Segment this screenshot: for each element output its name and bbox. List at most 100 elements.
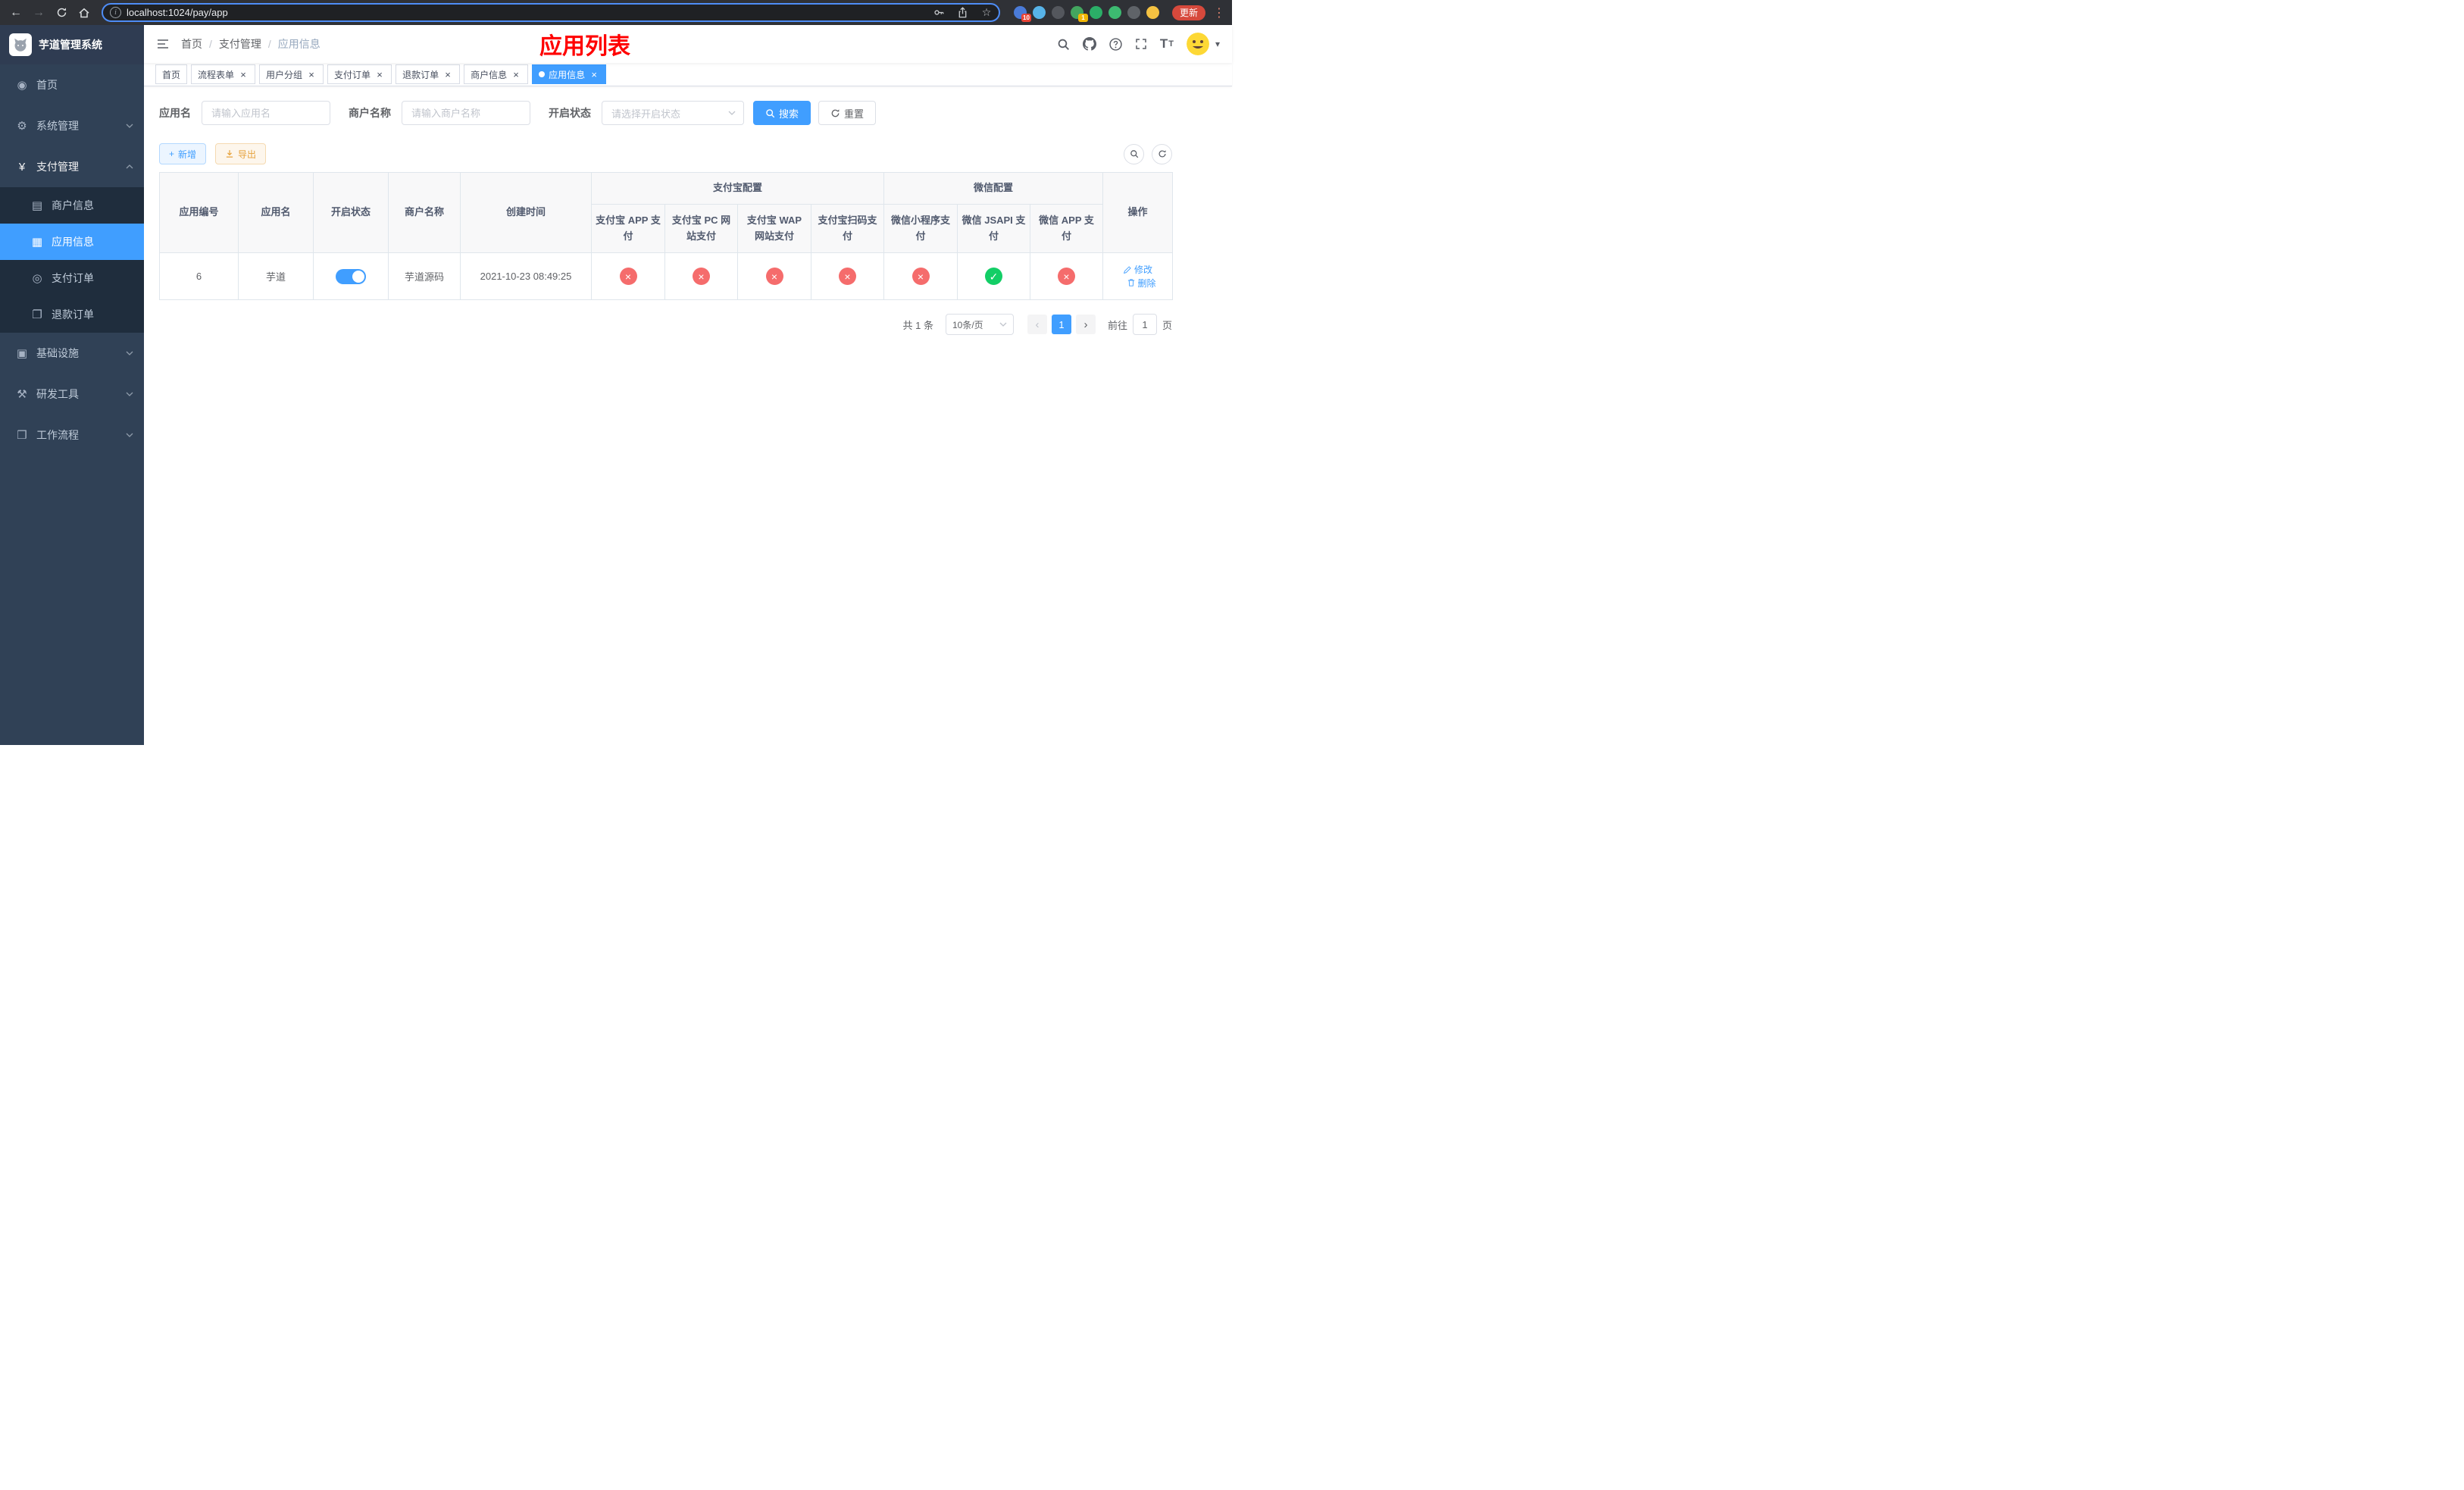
sidebar-item-system[interactable]: ⚙ 系统管理 (0, 105, 144, 146)
tab-merchant-info[interactable]: 商户信息 × (464, 64, 529, 84)
next-page-button[interactable]: › (1075, 315, 1096, 334)
breadcrumb-item[interactable]: 支付管理 (219, 36, 261, 52)
sidebar-item-home[interactable]: ◉ 首页 (0, 64, 144, 105)
status-toggle[interactable] (336, 268, 366, 284)
search-button[interactable]: 搜索 (753, 101, 811, 125)
close-icon[interactable]: × (589, 69, 599, 80)
breadcrumb-item[interactable]: 应用信息 (278, 36, 321, 52)
tab-process-form[interactable]: 流程表单 × (191, 64, 256, 84)
prev-page-button[interactable]: ‹ (1027, 315, 1047, 334)
gear-icon: ⚙ (17, 120, 27, 133)
delete-link[interactable]: 删除 (1127, 277, 1156, 290)
browser-menu-button[interactable]: ⋮ (1212, 5, 1226, 20)
merchant-name-input[interactable] (402, 101, 530, 125)
page-size-select[interactable]: 10条/页 (945, 314, 1014, 335)
chevron-down-icon (126, 433, 133, 437)
extension-green-badged-icon[interactable]: 1 (1070, 6, 1088, 22)
cell-config-5: ✓ (957, 252, 1031, 300)
sidebar-item-devtools[interactable]: ⚒ 研发工具 (0, 374, 144, 415)
breadcrumb-separator: / (267, 38, 271, 50)
sidebar-toggle-icon[interactable] (156, 37, 170, 51)
tab-user-group[interactable]: 用户分组 × (259, 64, 324, 84)
extension-emoji-icon[interactable] (1146, 6, 1159, 19)
chevron-down-icon (728, 111, 736, 115)
export-button[interactable]: 导出 (215, 143, 267, 164)
col-header-3: 商户名称 (388, 172, 461, 253)
address-bar[interactable]: i localhost:1024/pay/app ☆ (102, 3, 1000, 22)
extension-wechat-icon[interactable] (1089, 6, 1102, 19)
tab-pay-order[interactable]: 支付订单 × (327, 64, 392, 84)
close-icon[interactable]: × (306, 69, 317, 80)
subcol-header-1-2: 微信 APP 支付 (1030, 204, 1104, 253)
share-icon[interactable] (954, 4, 972, 22)
password-key-icon[interactable] (930, 4, 949, 22)
table-toolbar: + 新增 导出 (159, 143, 1172, 164)
add-button-label: 新增 (178, 149, 197, 160)
delete-label: 删除 (1137, 277, 1156, 289)
breadcrumb-item[interactable]: 首页 (181, 36, 202, 52)
extension-dark-globe-icon[interactable] (1051, 6, 1065, 19)
tab-label: 流程表单 (198, 69, 235, 80)
refresh-table-button[interactable] (1152, 143, 1172, 164)
sidebar-item-app-info[interactable]: ▦ 应用信息 (0, 224, 144, 260)
sidebar-item-payment[interactable]: ¥ 支付管理 (0, 146, 144, 187)
page-number-1[interactable]: 1 (1051, 315, 1071, 334)
chevron-down-icon (126, 351, 133, 355)
search-icon[interactable] (1057, 38, 1070, 51)
close-icon[interactable]: × (511, 69, 521, 80)
browser-home-button[interactable] (74, 3, 94, 23)
help-icon[interactable] (1109, 37, 1122, 51)
tab-refund-order[interactable]: 退款订单 × (396, 64, 461, 84)
goto-page-input[interactable] (1132, 314, 1157, 335)
col-header-4: 创建时间 (460, 172, 592, 253)
fullscreen-icon[interactable] (1135, 38, 1147, 50)
tab-label: 商户信息 (471, 69, 508, 80)
avatar-caret-icon[interactable]: ▾ (1215, 39, 1220, 49)
devtools-icon: ⚒ (17, 388, 27, 401)
bookmark-star-icon[interactable]: ☆ (977, 4, 996, 22)
font-small-glyph: T (1168, 39, 1174, 49)
extension-droplet-icon[interactable] (1032, 6, 1046, 19)
extension-blue-puzzle-icon[interactable]: 10 (1013, 6, 1031, 22)
table-row: 6 芋道 芋道源码 2021-10-23 08:49:25 × × × × × ✓ × 修改 删除 (159, 252, 1174, 300)
status-select-placeholder: 请选择开启状态 (611, 108, 681, 120)
config-enabled-icon: ✓ (985, 268, 1003, 285)
sidebar-item-infrastructure[interactable]: ▣ 基础设施 (0, 333, 144, 374)
reset-button[interactable]: 重置 (818, 101, 877, 125)
browser-reload-button[interactable] (52, 3, 71, 23)
credit-card-icon: ▤ (31, 199, 43, 212)
app-logo-row[interactable]: 芋道管理系统 (0, 25, 144, 64)
github-icon[interactable] (1082, 37, 1096, 51)
toggle-search-button[interactable] (1124, 143, 1144, 164)
close-icon[interactable]: × (238, 69, 249, 80)
browser-update-button[interactable]: 更新 (1171, 5, 1205, 20)
browser-forward-button[interactable]: → (29, 3, 48, 23)
sidebar-item-workflow[interactable]: ❒ 工作流程 (0, 415, 144, 455)
tab-home[interactable]: 首页 (155, 64, 188, 84)
browser-back-button[interactable]: ← (6, 3, 26, 23)
app-name-input[interactable] (202, 101, 330, 125)
sidebar-item-label: 退款订单 (52, 308, 94, 321)
status-select[interactable]: 请选择开启状态 (602, 101, 744, 125)
main-area: 首页 / 支付管理 / 应用信息 应用列表 TT ▾ 首页 流程表单 × 用户分… (144, 25, 1232, 745)
sidebar-item-refund-order[interactable]: ❐ 退款订单 (0, 296, 144, 333)
add-button[interactable]: + 新增 (159, 143, 207, 164)
cell-app-name: 芋道 (238, 252, 314, 300)
tab-app-info[interactable]: 应用信息 × (532, 64, 607, 84)
sidebar-item-label: 研发工具 (36, 388, 79, 400)
tab-label: 用户分组 (266, 69, 303, 80)
close-icon[interactable]: × (374, 69, 385, 80)
extension-badge: 10 (1021, 14, 1031, 22)
edit-link[interactable]: 修改 (1123, 263, 1152, 276)
close-icon[interactable]: × (442, 69, 453, 80)
sidebar-nav: ◉ 首页 ⚙ 系统管理 ¥ 支付管理 ▤ 商户信息 ▦ 应用信息 ◎ 支付订单 ❐ 退款订单 ▣ 基础设施 ⚒ 研… (0, 64, 144, 745)
sidebar-item-merchant-info[interactable]: ▤ 商户信息 (0, 187, 144, 224)
pay-order-icon: ◎ (32, 272, 42, 285)
cell-create-time: 2021-10-23 08:49:25 (460, 252, 592, 300)
sidebar-item-pay-order[interactable]: ◎ 支付订单 (0, 260, 144, 296)
site-info-icon[interactable]: i (110, 7, 121, 18)
extension-green-doc-icon[interactable] (1108, 6, 1121, 19)
font-size-icon[interactable]: TT (1160, 36, 1174, 52)
extension-gray-puzzle-icon[interactable] (1127, 6, 1140, 19)
user-avatar[interactable] (1186, 33, 1209, 55)
